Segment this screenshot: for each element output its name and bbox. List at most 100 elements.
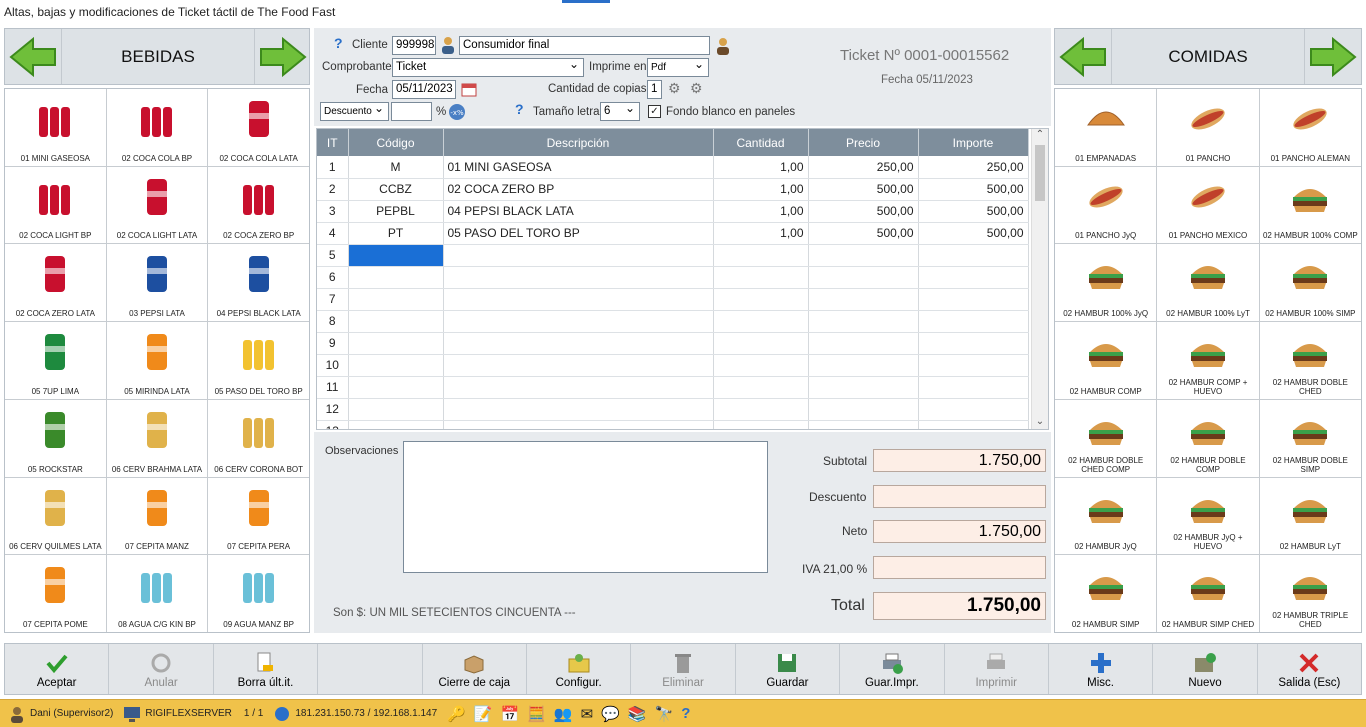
comida-item[interactable]: 02 HAMBUR JyQ [1055, 477, 1157, 555]
comida-item[interactable]: 02 HAMBUR 100% JyQ [1055, 244, 1157, 322]
table-cell[interactable] [808, 244, 919, 267]
table-row[interactable]: 9 [317, 332, 1029, 355]
tamano-select[interactable]: 6 [600, 102, 640, 121]
bebida-item[interactable]: 07 CEPITA POME [5, 555, 106, 632]
table-cell[interactable] [918, 244, 1029, 267]
bebida-item[interactable]: 03 PEPSI LATA [106, 244, 208, 322]
scroll-thumb[interactable] [1035, 145, 1045, 201]
table-cell[interactable]: 250,00 [808, 156, 919, 179]
table-cell[interactable]: 1,00 [713, 178, 809, 201]
mail-icon[interactable]: ✉ [581, 705, 594, 723]
table-cell[interactable] [348, 266, 444, 289]
comida-item[interactable]: 02 HAMBUR LyT [1259, 477, 1361, 555]
prev-bebidas-button[interactable] [7, 31, 59, 83]
table-cell[interactable] [713, 310, 809, 333]
contacts-icon[interactable]: 👥 [554, 705, 573, 723]
table-row[interactable]: 1 M 01 MINI GASEOSA 1,00 250,00 250,00 [317, 156, 1029, 179]
table-cell[interactable]: 5 [317, 244, 349, 267]
bebida-item[interactable]: 06 CERV CORONA BOT [208, 399, 309, 477]
table-row[interactable]: 3 PEPBL 04 PEPSI BLACK LATA 1,00 500,00 500,0… [317, 200, 1029, 223]
table-cell[interactable] [808, 332, 919, 355]
help-icon[interactable]: ? [334, 35, 343, 51]
comida-item[interactable]: 02 HAMBUR COMP + HUEVO [1157, 322, 1259, 399]
comida-item[interactable]: 01 PANCHO JyQ [1055, 166, 1157, 244]
table-cell[interactable] [918, 332, 1029, 355]
bebida-item[interactable]: 06 CERV BRAHMA LATA [106, 399, 208, 477]
help-icon[interactable]: ? [681, 705, 690, 722]
table-cell[interactable]: 6 [317, 266, 349, 289]
calendar-icon[interactable]: 📅 [501, 705, 520, 723]
table-cell[interactable]: CCBZ [348, 178, 444, 201]
discount-icon[interactable]: -x% [448, 103, 466, 121]
table-cell[interactable] [713, 288, 809, 311]
table-cell[interactable] [713, 398, 809, 421]
table-cell[interactable]: 04 PEPSI BLACK LATA [443, 200, 714, 223]
table-cell[interactable]: PEPBL [348, 200, 444, 223]
bebida-item[interactable]: 01 MINI GASEOSA [5, 89, 106, 166]
table-cell[interactable] [918, 376, 1029, 399]
table-cell[interactable]: PT [348, 222, 444, 245]
bebida-item[interactable]: 05 PASO DEL TORO BP [208, 322, 309, 399]
table-row[interactable]: 6 [317, 266, 1029, 289]
keys-icon[interactable]: 🔑 [447, 705, 466, 723]
comida-item[interactable]: 01 PANCHO [1157, 89, 1259, 166]
table-cell[interactable] [348, 288, 444, 311]
comida-item[interactable]: 02 HAMBUR SIMP CHED [1157, 555, 1259, 632]
table-cell[interactable] [713, 244, 809, 267]
table-cell[interactable]: 8 [317, 310, 349, 333]
table-cell[interactable] [713, 266, 809, 289]
calendar-icon[interactable] [461, 81, 477, 97]
table-cell[interactable] [918, 288, 1029, 311]
borra-ultimo-button[interactable]: Borra últ.it. [214, 644, 319, 694]
calculator-icon[interactable]: 🧮 [527, 705, 546, 723]
table-cell[interactable]: 3 [317, 200, 349, 223]
comida-item[interactable]: 02 HAMBUR SIMP [1055, 555, 1157, 632]
table-cell[interactable] [918, 354, 1029, 377]
comida-item[interactable]: 02 HAMBUR DOBLE CHED [1259, 322, 1361, 399]
table-cell[interactable] [348, 420, 444, 429]
bebida-item[interactable]: 02 COCA ZERO BP [208, 166, 309, 244]
table-scrollbar[interactable]: ⌃ ⌄ [1031, 129, 1048, 429]
table-row[interactable]: 10 [317, 354, 1029, 377]
prev-comidas-button[interactable] [1057, 31, 1109, 83]
table-cell[interactable]: 1,00 [713, 156, 809, 179]
bebida-item[interactable]: 05 MIRINDA LATA [106, 322, 208, 399]
table-cell[interactable]: 1,00 [713, 222, 809, 245]
bebida-item[interactable]: 02 COCA LIGHT BP [5, 166, 106, 244]
configurar-button[interactable]: Configur. [527, 644, 632, 694]
table-cell[interactable]: 250,00 [918, 156, 1029, 179]
table-cell[interactable] [713, 354, 809, 377]
bebida-item[interactable]: 09 AGUA MANZ BP [208, 555, 309, 632]
table-row[interactable]: 13 [317, 420, 1029, 429]
table-cell[interactable] [808, 420, 919, 429]
table-cell[interactable]: 500,00 [808, 200, 919, 223]
bebida-item[interactable]: 02 COCA ZERO LATA [5, 244, 106, 322]
table-cell[interactable] [808, 310, 919, 333]
next-comidas-button[interactable] [1307, 31, 1359, 83]
table-cell[interactable]: 4 [317, 222, 349, 245]
table-cell[interactable]: 500,00 [918, 178, 1029, 201]
table-cell[interactable] [348, 310, 444, 333]
comida-item[interactable]: 02 HAMBUR DOBLE CHED COMP [1055, 399, 1157, 477]
bebida-item[interactable]: 06 CERV QUILMES LATA [5, 477, 106, 555]
bebida-item[interactable]: 08 AGUA C/G KIN BP [106, 555, 208, 632]
table-row[interactable]: 8 [317, 310, 1029, 333]
table-cell[interactable] [348, 332, 444, 355]
table-cell[interactable] [348, 376, 444, 399]
comida-item[interactable]: 02 HAMBUR DOBLE SIMP [1259, 399, 1361, 477]
table-cell[interactable]: 12 [317, 398, 349, 421]
column-header[interactable]: Descripción [443, 129, 714, 156]
comida-item[interactable]: 02 HAMBUR JyQ + HUEVO [1157, 477, 1259, 555]
table-cell[interactable] [808, 376, 919, 399]
comida-item[interactable]: 02 HAMBUR TRIPLE CHED [1259, 555, 1361, 632]
bebida-item[interactable]: 02 COCA COLA BP [106, 89, 208, 166]
cliente-code-input[interactable]: 999998 [392, 36, 436, 55]
scroll-up-icon[interactable]: ⌃ [1032, 129, 1048, 140]
table-row[interactable]: 5 [317, 244, 1029, 267]
table-cell[interactable]: 500,00 [808, 178, 919, 201]
table-cell[interactable]: 500,00 [808, 222, 919, 245]
table-cell[interactable] [348, 398, 444, 421]
cliente-name-input[interactable]: Consumidor final [459, 36, 710, 55]
salida-button[interactable]: Salida (Esc) [1258, 644, 1361, 694]
bebida-item[interactable]: 05 ROCKSTAR [5, 399, 106, 477]
